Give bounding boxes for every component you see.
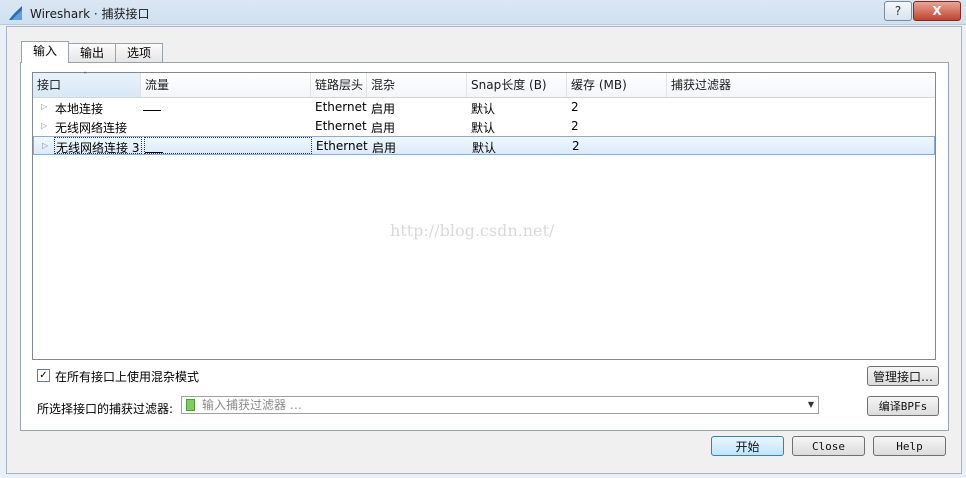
interface-name: 本地连接 [55, 102, 104, 116]
column-header-capture-filter[interactable]: 捕获过滤器 [667, 73, 935, 97]
watermark-text: http://blog.csdn.net/ [390, 221, 555, 240]
traffic-sparkline [143, 100, 161, 111]
column-header-interface[interactable]: 接口 ˆ [33, 72, 141, 97]
traffic-cell [144, 137, 312, 154]
close-icon[interactable]: X [913, 1, 961, 21]
compile-bpfs-button[interactable]: 编译BPFs [867, 396, 939, 416]
window-title: Wireshark · 捕获接口 [30, 7, 150, 21]
table-row[interactable]: ▷ 本地连接 Ethernet 启用 默认 2 [33, 98, 935, 117]
capture-filter-combobox[interactable]: ▼ [181, 396, 819, 414]
capture-filter-label: 所选择接口的捕获过滤器: [37, 402, 174, 416]
title-bar: Wireshark · 捕获接口 ? X [0, 0, 966, 25]
capture-interfaces-dialog: 输入 输出 选项 接口 ˆ 流量 链路层头 混杂 Snap长度 (B) 缓存 (… [6, 26, 962, 474]
column-header-snaplen[interactable]: Snap长度 (B) [467, 73, 567, 97]
buffer-value[interactable]: 2 [572, 139, 580, 153]
column-header-buffer[interactable]: 缓存 (MB) [567, 73, 667, 97]
wireshark-fin-icon [9, 6, 22, 20]
start-button[interactable]: 开始 [711, 436, 784, 456]
manage-interfaces-button[interactable]: 管理接口… [867, 366, 939, 386]
interface-name: 无线网络连接 [55, 121, 128, 135]
link-layer-value: Ethernet [315, 119, 367, 133]
expand-arrow-icon[interactable]: ▷ [42, 141, 48, 150]
promiscuous-all-label: 在所有接口上使用混杂模式 [55, 370, 200, 384]
promiscuous-value[interactable]: 启用 [372, 139, 396, 156]
help-icon[interactable]: ? [884, 1, 912, 21]
snaplen-value[interactable]: 默认 [471, 119, 495, 136]
expand-arrow-icon[interactable]: ▷ [41, 121, 47, 130]
link-layer-value: Ethernet [316, 139, 368, 153]
filter-bookmark-icon[interactable] [186, 399, 195, 411]
traffic-sparkline [145, 142, 163, 153]
capture-filter-input[interactable] [202, 397, 792, 413]
promiscuous-value[interactable]: 启用 [371, 119, 395, 136]
column-header-link-layer[interactable]: 链路层头 [311, 73, 367, 97]
promiscuous-all-checkbox[interactable]: ✓ [37, 369, 50, 382]
column-header-traffic[interactable]: 流量 [141, 73, 311, 97]
close-button[interactable]: Close [792, 436, 865, 456]
expand-arrow-icon[interactable]: ▷ [41, 102, 47, 111]
tab-output[interactable]: 输出 [68, 43, 116, 62]
table-row-selected[interactable]: ▷ 无线网络连接 3 Ethernet 启用 默认 2 [33, 136, 935, 155]
sort-ascending-icon: ˆ [83, 72, 88, 82]
input-tab-panel: 接口 ˆ 流量 链路层头 混杂 Snap长度 (B) 缓存 (MB) 捕获过滤器… [20, 62, 949, 431]
snaplen-value[interactable]: 默认 [472, 139, 496, 156]
link-layer-value: Ethernet [315, 100, 367, 114]
help-button[interactable]: Help [873, 436, 946, 456]
interfaces-table[interactable]: 接口 ˆ 流量 链路层头 混杂 Snap长度 (B) 缓存 (MB) 捕获过滤器… [32, 72, 936, 360]
table-header: 接口 ˆ 流量 链路层头 混杂 Snap长度 (B) 缓存 (MB) 捕获过滤器 [33, 72, 935, 98]
snaplen-value[interactable]: 默认 [471, 100, 495, 117]
promiscuous-value[interactable]: 启用 [371, 100, 395, 117]
table-row[interactable]: ▷ 无线网络连接 Ethernet 启用 默认 2 [33, 117, 935, 136]
buffer-value[interactable]: 2 [571, 100, 579, 114]
tab-input[interactable]: 输入 [21, 41, 69, 63]
buffer-value[interactable]: 2 [571, 119, 579, 133]
chevron-down-icon[interactable]: ▼ [808, 400, 814, 409]
column-header-promiscuous[interactable]: 混杂 [367, 73, 467, 97]
interface-name: 无线网络连接 3 [56, 141, 140, 155]
tab-options[interactable]: 选项 [115, 43, 163, 62]
